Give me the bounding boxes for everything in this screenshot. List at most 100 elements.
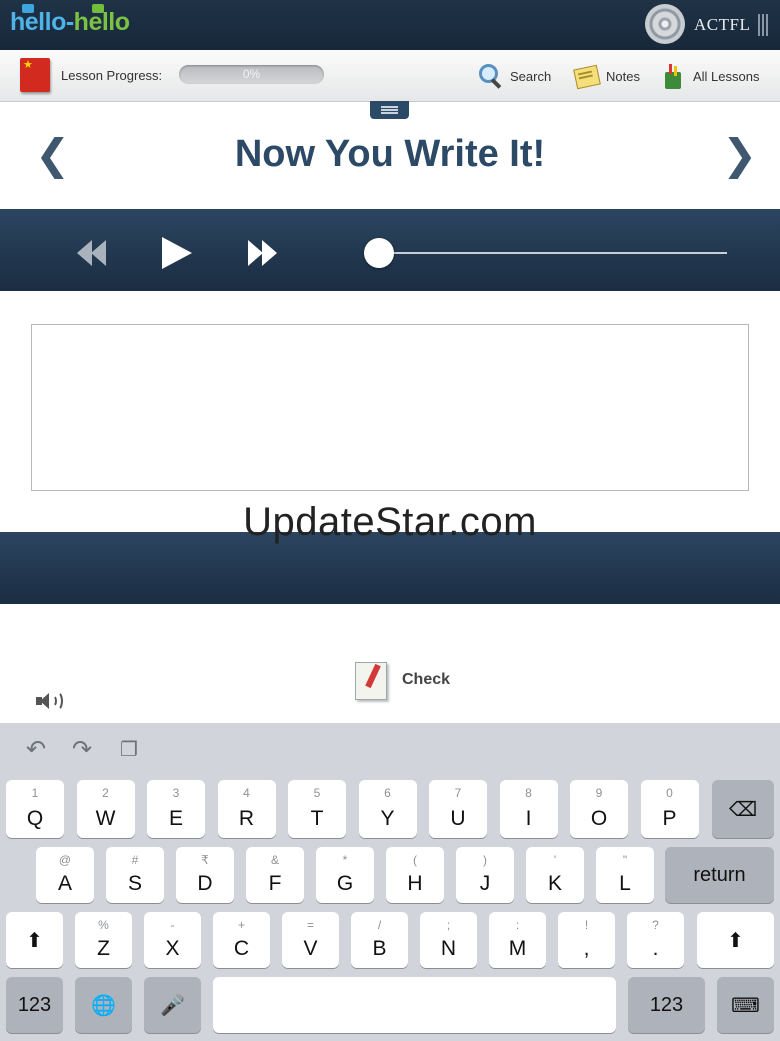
key-row3-1[interactable]: -X: [144, 912, 201, 968]
hello-hello-logo: hello-hello: [10, 4, 130, 37]
key-primary-label: U: [450, 807, 466, 830]
all-lessons-button[interactable]: All Lessons: [660, 61, 759, 91]
search-button[interactable]: Search: [477, 61, 551, 91]
key-secondary-label: +: [237, 918, 245, 932]
paste-icon[interactable]: ❐: [114, 737, 144, 763]
check-label: Check: [402, 671, 451, 688]
key-row1-4[interactable]: 5T: [288, 780, 346, 838]
space-key[interactable]: [213, 977, 616, 1033]
key-row2-8[interactable]: " L: [596, 847, 654, 903]
logo-text-part1: hello: [10, 8, 66, 36]
key-primary-label: J: [479, 872, 491, 895]
key-row1-8[interactable]: 9O: [570, 780, 628, 838]
key-primary-label: I: [525, 807, 532, 830]
redo-icon[interactable]: ↷: [67, 737, 97, 763]
key-row2-3[interactable]: & F: [246, 847, 304, 903]
key-row2-7[interactable]: ' K: [526, 847, 584, 903]
key-primary-label: D: [197, 872, 213, 895]
audio-scrubber-thumb[interactable]: [364, 238, 394, 268]
next-arrow-button[interactable]: ❯: [722, 130, 757, 180]
return-key-label: return: [693, 863, 746, 886]
key-row3-8[interactable]: ?.: [627, 912, 684, 968]
key-secondary-label: :: [515, 918, 520, 932]
shift-key-right[interactable]: ⬆: [697, 912, 774, 968]
undo-icon[interactable]: ↶: [21, 737, 51, 763]
key-secondary-label: 5: [313, 786, 321, 800]
key-secondary-label: #: [131, 853, 139, 867]
speaker-icon[interactable]: [36, 690, 64, 712]
key-row2-1[interactable]: # S: [106, 847, 164, 903]
key-row3-3[interactable]: = V: [282, 912, 339, 968]
answer-input[interactable]: [31, 324, 749, 491]
notes-button[interactable]: Notes: [573, 61, 640, 91]
menu-handle-button[interactable]: [370, 101, 409, 119]
key-primary-label: T: [310, 807, 324, 830]
key-row2-0[interactable]: @ A: [36, 847, 94, 903]
key-secondary-label: 1: [31, 786, 39, 800]
key-row2-5[interactable]: (H: [386, 847, 444, 903]
numbers-key-left[interactable]: 123: [6, 977, 63, 1033]
audio-scrubber-track[interactable]: [380, 252, 727, 254]
key-row3-0[interactable]: % Z: [75, 912, 132, 968]
shift-key-left[interactable]: ⬆: [6, 912, 63, 968]
key-primary-label: Q: [26, 807, 44, 830]
check-button[interactable]: Check: [352, 655, 450, 705]
key-primary-label: S: [127, 872, 142, 895]
search-icon: [477, 63, 503, 89]
hide-keyboard-key[interactable]: ⌨: [717, 977, 774, 1033]
key-secondary-label: (: [413, 853, 417, 867]
key-row3-5[interactable]: ; N: [420, 912, 477, 968]
key-secondary-label: &: [270, 853, 279, 867]
key-secondary-label: =: [306, 918, 314, 932]
brand-bar: hello-hello ACTFL: [0, 0, 780, 50]
key-secondary-label: !: [584, 918, 589, 932]
key-row1-2[interactable]: 3E: [147, 780, 205, 838]
key-primary-label: F: [268, 872, 282, 895]
play-button[interactable]: [162, 237, 194, 269]
key-secondary-label: 6: [384, 786, 391, 800]
activity-title: Now You Write It!: [234, 133, 546, 175]
key-secondary-label: ": [622, 853, 628, 867]
key-row1-9[interactable]: 0P: [640, 780, 699, 838]
key-primary-label: M: [508, 937, 527, 960]
china-flag-icon[interactable]: ★: [20, 58, 50, 92]
key-secondary-label: 3: [172, 786, 180, 800]
key-primary-label: R: [238, 807, 255, 830]
key-row1-1[interactable]: 2W: [76, 780, 135, 838]
key-row3-7[interactable]: !,: [558, 912, 615, 968]
key-secondary-label: 0: [666, 786, 673, 800]
lesson-toolbar: ★ Lesson Progress: 0% Search Notes All L…: [0, 50, 780, 102]
key-row1-3[interactable]: 4R: [217, 780, 276, 838]
key-primary-label: P: [662, 807, 677, 830]
key-primary-label: G: [336, 872, 354, 895]
key-row1-5[interactable]: 6Y: [358, 780, 417, 838]
logo-text-dash: -: [65, 8, 74, 36]
fast-forward-icon: [248, 240, 263, 266]
key-row2-6[interactable]: ) J: [456, 847, 514, 903]
key-row1-0[interactable]: 1Q: [6, 780, 64, 838]
fast-forward-button[interactable]: [248, 240, 280, 266]
key-row2-2[interactable]: ₹ D: [176, 847, 234, 903]
all-lessons-icon: [660, 63, 686, 89]
key-secondary-label: %: [98, 918, 109, 932]
key-secondary-label: *: [342, 853, 348, 867]
key-row3-4[interactable]: / B: [351, 912, 408, 968]
key-secondary-label: ?: [652, 918, 659, 932]
app-screen: hello-hello ACTFL ★ Lesson Progress: 0% …: [0, 0, 780, 1041]
key-primary-label: W: [95, 807, 116, 830]
return-key[interactable]: return: [665, 847, 774, 903]
lesson-progress-label: Lesson Progress:: [61, 68, 163, 83]
key-row3-6[interactable]: :M: [489, 912, 546, 968]
globe-key[interactable]: 🌐: [75, 977, 132, 1033]
dictation-key[interactable]: 🎤: [144, 977, 201, 1033]
key-primary-label: E: [168, 807, 183, 830]
key-row1-6[interactable]: 7U: [429, 780, 487, 838]
key-row2-4[interactable]: * G: [316, 847, 374, 903]
numbers-key-right[interactable]: 123: [628, 977, 705, 1033]
key-primary-label: C: [233, 937, 250, 960]
key-row1-7[interactable]: 8I: [499, 780, 558, 838]
rewind-button[interactable]: [77, 240, 109, 266]
key-row3-2[interactable]: + C: [213, 912, 270, 968]
backspace-key[interactable]: ⌫: [712, 780, 774, 838]
key-secondary-label: ): [483, 853, 487, 867]
